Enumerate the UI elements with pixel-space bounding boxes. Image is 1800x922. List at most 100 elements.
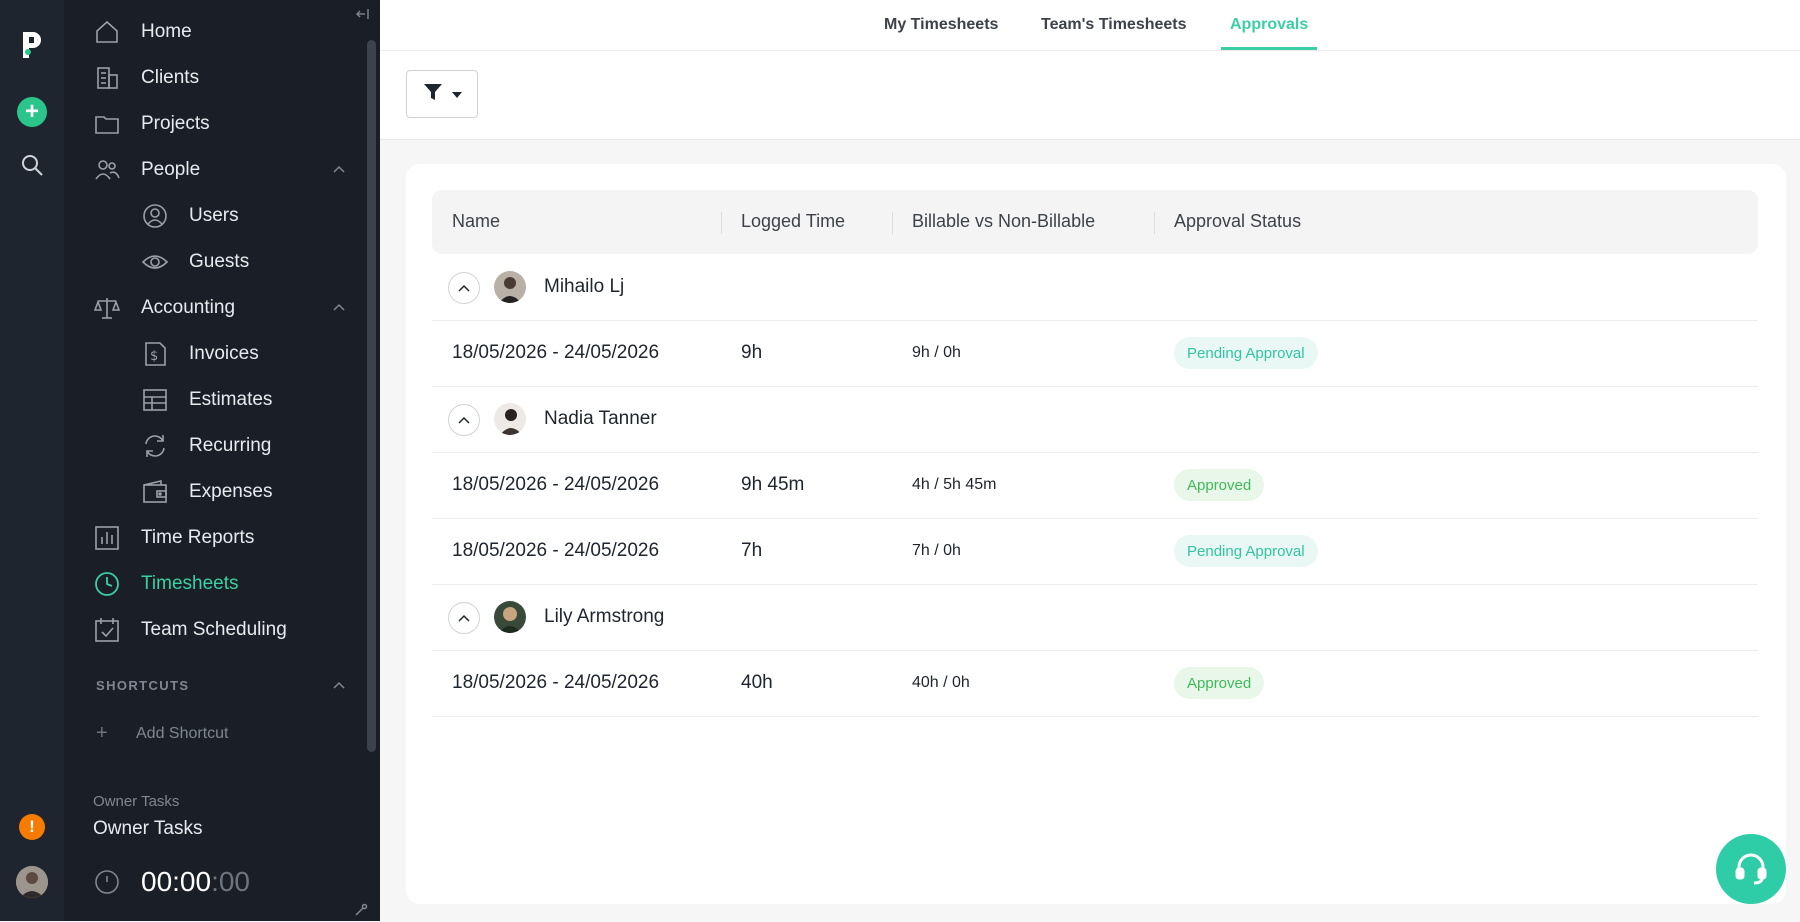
building-icon [93, 64, 121, 92]
search-icon[interactable] [20, 153, 44, 177]
eye-icon [141, 248, 169, 276]
header-logged-time[interactable]: Logged Time [741, 211, 845, 232]
tab-my-timesheets[interactable]: My Timesheets [884, 16, 998, 34]
group-name: Lily Armstrong [544, 606, 665, 627]
row-date-range: 18/05/2026 - 24/05/2026 [452, 540, 660, 561]
wallet-icon [141, 478, 169, 506]
table-row[interactable]: 18/05/2026 - 24/05/2026 9h 45m 4h / 5h 4… [432, 452, 1758, 519]
status-badge: Pending Approval [1174, 337, 1318, 369]
sidebar-item-label: Time Reports [141, 527, 255, 548]
sidebar-item-recurring[interactable]: Recurring [141, 426, 271, 466]
group-row: Lily Armstrong [432, 584, 1758, 651]
sidebar-item-invoices[interactable]: $ Invoices [141, 334, 259, 374]
chevron-up-icon[interactable] [332, 163, 346, 177]
status-badge: Approved [1174, 469, 1265, 501]
filter-button[interactable] [406, 70, 478, 118]
owner-tasks-title[interactable]: Owner Tasks [93, 818, 202, 840]
folder-icon [93, 110, 121, 138]
header-name[interactable]: Name [452, 211, 500, 232]
avatar [494, 601, 526, 633]
timer[interactable]: 00:00 :00 [93, 866, 250, 898]
user-avatar[interactable] [16, 866, 48, 898]
sidebar-item-label: Timesheets [141, 573, 239, 594]
row-date-range: 18/05/2026 - 24/05/2026 [452, 474, 660, 495]
collapse-group-button[interactable] [448, 404, 480, 436]
scale-icon [93, 294, 121, 322]
bar-chart-icon [93, 524, 121, 552]
sidebar-item-users[interactable]: Users [141, 196, 239, 236]
table-row[interactable]: 18/05/2026 - 24/05/2026 40h 40h / 0h App… [432, 650, 1758, 717]
sidebar-item-label: Projects [141, 113, 210, 134]
column-divider [721, 212, 722, 234]
add-shortcut-label: Add Shortcut [136, 724, 229, 742]
row-logged-time: 40h [741, 672, 773, 693]
owner-tasks-caption: Owner Tasks [93, 793, 180, 810]
chevron-up-icon[interactable] [332, 679, 346, 693]
user-circle-icon [141, 202, 169, 230]
filter-bar [380, 51, 1800, 140]
sidebar-item-time-reports[interactable]: Time Reports [93, 518, 254, 558]
row-billable: 4h / 5h 45m [912, 476, 997, 493]
sidebar-item-timesheets[interactable]: Timesheets [93, 564, 239, 604]
table-row[interactable]: 18/05/2026 - 24/05/2026 7h 7h / 0h Pendi… [432, 518, 1758, 585]
row-billable: 9h / 0h [912, 344, 961, 361]
group-name: Mihailo Lj [544, 276, 625, 297]
collapse-sidebar-icon[interactable] [354, 6, 370, 22]
sidebar-item-label: Guests [189, 251, 250, 272]
sidebar-item-estimates[interactable]: Estimates [141, 380, 272, 420]
sidebar-item-guests[interactable]: Guests [141, 242, 249, 282]
svg-text:$: $ [150, 349, 158, 364]
sidebar-item-people[interactable]: People [93, 150, 200, 190]
sidebar-item-label: People [141, 159, 201, 180]
sidebar-item-home[interactable]: Home [93, 12, 192, 52]
sidebar-item-label: Clients [141, 67, 200, 88]
sidebar-item-clients[interactable]: Clients [93, 58, 199, 98]
column-divider [892, 212, 893, 234]
sidebar-item-label: Invoices [189, 343, 259, 364]
row-date-range: 18/05/2026 - 24/05/2026 [452, 672, 660, 693]
calendar-check-icon [93, 616, 121, 644]
status-badge: Pending Approval [1174, 535, 1318, 567]
group-name: Nadia Tanner [544, 408, 657, 429]
caret-down-icon [452, 85, 462, 103]
recurring-icon [141, 432, 169, 460]
warning-icon[interactable]: ! [19, 814, 45, 840]
row-billable: 7h / 0h [912, 542, 961, 559]
plus-icon[interactable]: + [17, 97, 47, 127]
headset-icon[interactable] [1716, 834, 1786, 904]
sidebar-item-label: Estimates [189, 389, 273, 410]
status-badge: Approved [1174, 667, 1265, 699]
tab-approvals[interactable]: Approvals [1230, 16, 1308, 34]
tab-teams-timesheets[interactable]: Team's Timesheets [1041, 16, 1187, 34]
papershift-logo-icon[interactable] [17, 28, 47, 62]
row-date-range: 18/05/2026 - 24/05/2026 [452, 342, 660, 363]
add-shortcut-button[interactable]: + Add Shortcut [96, 722, 229, 745]
table-icon [141, 386, 169, 414]
approvals-card: Name Logged Time Billable vs Non-Billabl… [406, 164, 1786, 904]
collapse-group-button[interactable] [448, 602, 480, 634]
avatar [494, 403, 526, 435]
sidebar-item-label: Expenses [189, 481, 273, 502]
sidebar-item-expenses[interactable]: Expenses [141, 472, 272, 512]
header-billable[interactable]: Billable vs Non-Billable [912, 211, 1095, 232]
sidebar-item-projects[interactable]: Projects [93, 104, 210, 144]
people-icon [93, 156, 121, 184]
sidebar-item-label: Users [189, 205, 239, 226]
sidebar-item-label: Team Scheduling [141, 619, 287, 640]
column-divider [1154, 212, 1155, 234]
avatar [494, 271, 526, 303]
table-row[interactable]: 18/05/2026 - 24/05/2026 9h 9h / 0h Pendi… [432, 320, 1758, 387]
table-header: Name Logged Time Billable vs Non-Billabl… [432, 190, 1758, 254]
sidebar-scrollbar[interactable] [367, 40, 376, 752]
collapse-group-button[interactable] [448, 272, 480, 304]
app-rail: + ! [0, 0, 64, 921]
wrench-icon[interactable] [354, 903, 368, 917]
active-tab-indicator [1221, 47, 1317, 50]
timer-clock-icon [93, 868, 121, 896]
header-approval-status[interactable]: Approval Status [1174, 211, 1301, 232]
chevron-up-icon[interactable] [332, 301, 346, 315]
sidebar-item-accounting[interactable]: Accounting [93, 288, 235, 328]
sidebar-item-team-scheduling[interactable]: Team Scheduling [93, 610, 287, 650]
tab-bar: My Timesheets Team's Timesheets Approval… [380, 0, 1800, 51]
sidebar: Home Clients Projects People Users Guest… [64, 0, 380, 921]
